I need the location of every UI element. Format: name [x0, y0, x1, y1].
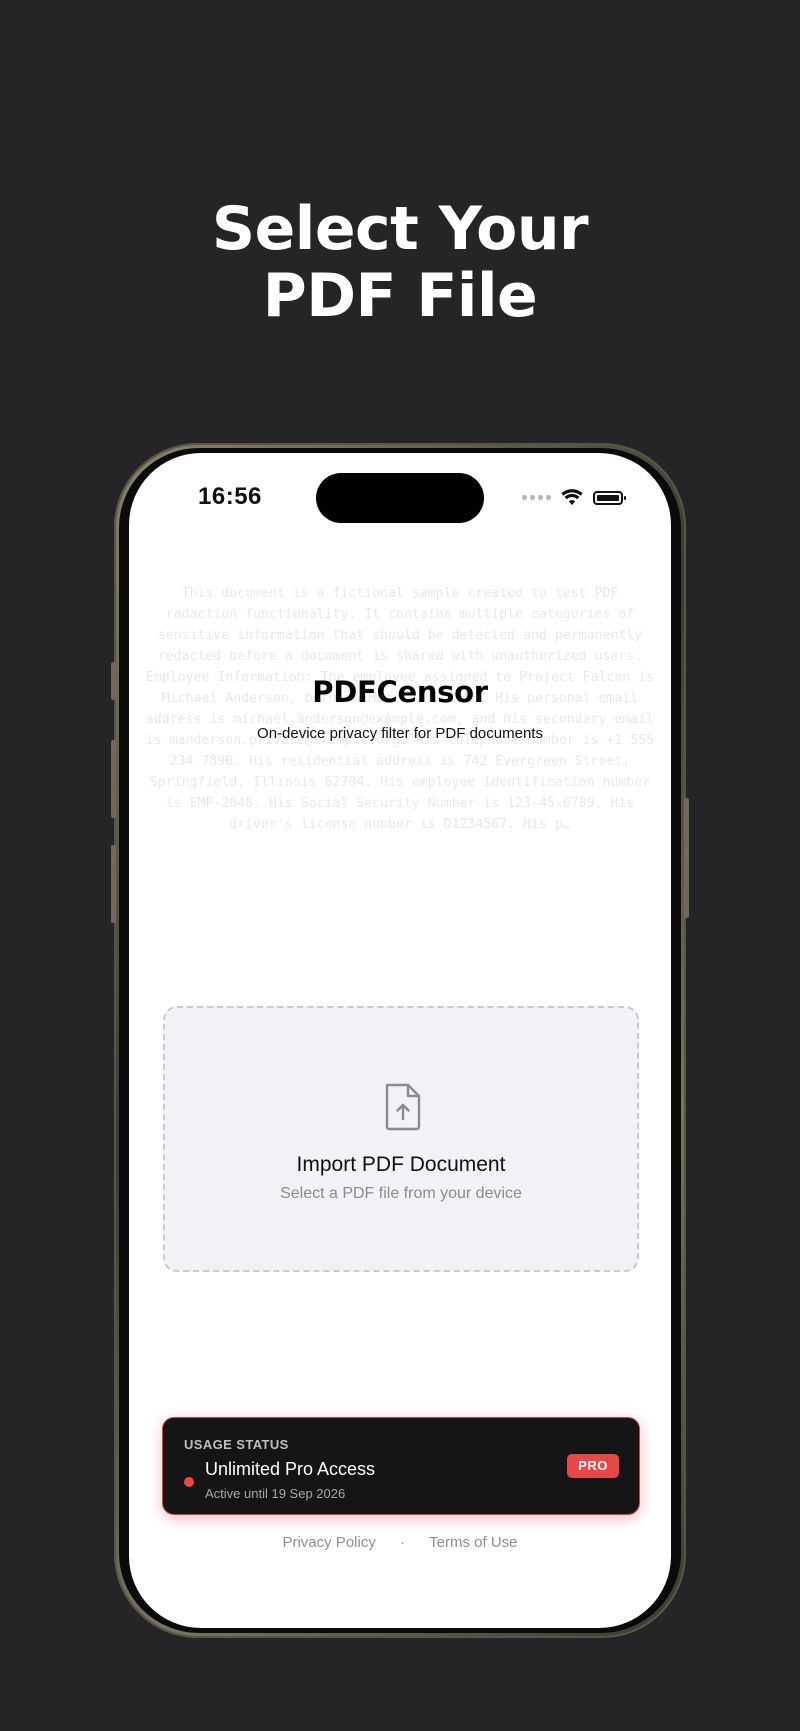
import-subtitle: Select a PDF file from your device [280, 1185, 522, 1202]
wifi-icon [561, 489, 583, 505]
pro-badge: PRO [567, 1454, 619, 1478]
footer-separator: · [400, 1534, 405, 1551]
status-dot-icon [184, 1477, 194, 1487]
status-icons [522, 489, 626, 506]
import-pdf-button[interactable]: Import PDF Document Select a PDF file fr… [163, 1006, 639, 1272]
import-title: Import PDF Document [296, 1153, 506, 1176]
privacy-policy-link[interactable]: Privacy Policy [282, 1534, 375, 1551]
app-subtitle: On-device privacy filter for PDF documen… [257, 725, 543, 742]
phone-screen: 16:56 This document is a fictional sampl… [129, 453, 671, 1628]
phone-volume-up-button [111, 740, 116, 818]
usage-expiry-text: Active until 19 Sep 2026 [205, 1486, 346, 1501]
terms-of-use-link[interactable]: Terms of Use [429, 1534, 517, 1551]
phone-action-button [111, 662, 116, 700]
usage-status-label: USAGE STATUS [184, 1437, 289, 1452]
headline-line-1: Select Your [211, 194, 589, 264]
footer-links: Privacy Policy · Terms of Use [129, 1534, 671, 1551]
file-upload-icon [385, 1083, 421, 1131]
signal-dots-icon [522, 495, 551, 500]
phone-power-button [684, 798, 689, 918]
headline-line-2: PDF File [262, 261, 538, 331]
app-title: PDFCensor [312, 675, 488, 709]
dynamic-island [316, 473, 484, 523]
usage-plan-title: Unlimited Pro Access [205, 1459, 376, 1479]
marketing-headline: Select Your PDF File [0, 196, 800, 330]
battery-icon [593, 490, 626, 505]
phone-volume-down-button [111, 845, 116, 923]
status-time: 16:56 [198, 483, 262, 510]
background-sample-text: This document is a fictional sample crea… [145, 586, 655, 832]
usage-status-card[interactable]: USAGE STATUS Unlimited Pro Access Active… [162, 1417, 640, 1515]
